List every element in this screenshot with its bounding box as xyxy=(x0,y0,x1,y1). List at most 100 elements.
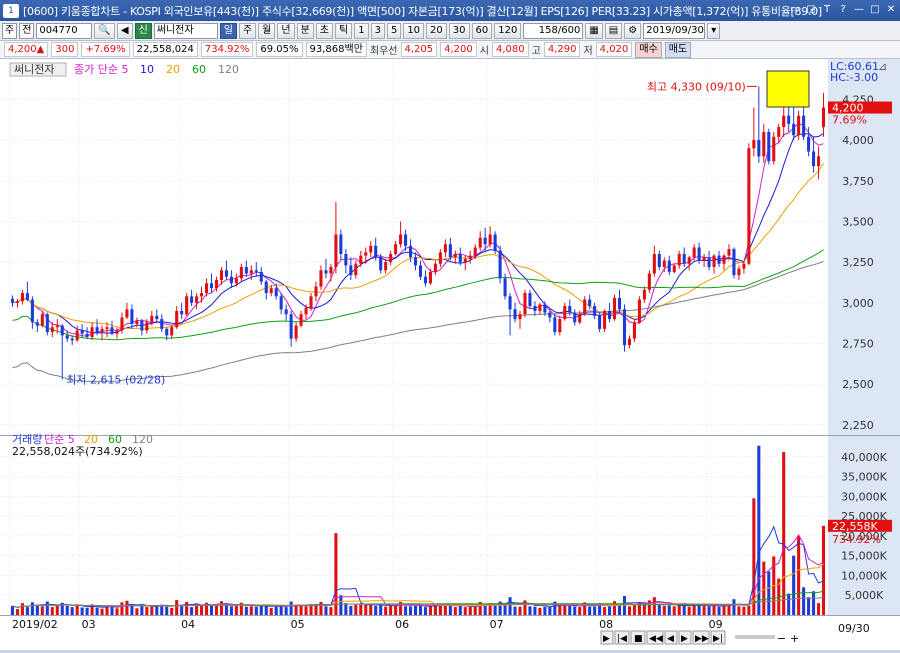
data-count[interactable]: 158/600 xyxy=(523,22,584,39)
candle-body xyxy=(573,312,577,323)
low-annotation: 최저 2,615 (02/28) xyxy=(66,373,165,386)
layout-icon[interactable]: ◲ xyxy=(804,2,818,17)
grid-icon[interactable]: ▤ xyxy=(604,22,623,39)
open-label: 시 xyxy=(479,46,489,57)
period-button-day[interactable]: 일 xyxy=(219,22,237,39)
candle-body xyxy=(244,267,248,274)
interval-button-30[interactable]: 30 xyxy=(448,22,470,39)
volume-bar xyxy=(120,602,124,615)
period-button-minute[interactable]: 분 xyxy=(296,22,314,39)
candle-body xyxy=(219,270,224,281)
period-button-tick[interactable]: 틱 xyxy=(334,22,353,39)
candle-body xyxy=(404,234,408,246)
chart-area[interactable]: 4,250 4,000 3,750 3,500 3,250 3,000 2,750 2,500… xyxy=(0,59,900,650)
volume-bar xyxy=(389,605,393,615)
stock-code-input[interactable]: 004770 xyxy=(36,22,93,39)
buy-button[interactable]: 매수 xyxy=(635,41,662,58)
interval-button-20[interactable]: 20 xyxy=(426,22,447,39)
volume-bar xyxy=(329,607,333,615)
help-icon[interactable]: ? xyxy=(836,2,850,17)
period-button-year[interactable]: 년 xyxy=(277,22,295,39)
candle-body xyxy=(568,306,572,313)
volume-bar xyxy=(15,609,20,615)
volume-bar xyxy=(533,606,537,615)
candle-body xyxy=(642,289,646,300)
candle-body xyxy=(478,237,482,248)
price-change: 300 xyxy=(51,42,79,57)
volume-bar xyxy=(558,605,562,615)
stop-icon: ■ xyxy=(634,634,643,644)
volume-bar xyxy=(742,606,746,615)
chart-window: 1 [0600] 키움종합차트 - KOSPI 외국인보유[443(천)] 주식… xyxy=(0,0,900,650)
search-icon[interactable]: 🔍 xyxy=(94,22,115,39)
volume-bar xyxy=(65,605,69,615)
volume-bar xyxy=(812,591,816,615)
volume-bar xyxy=(453,607,457,615)
maximize-icon[interactable]: □ xyxy=(868,2,882,17)
period-button-month[interactable]: 월 xyxy=(258,22,276,39)
volume-bar xyxy=(229,606,233,615)
interval-button-3[interactable]: 3 xyxy=(370,22,385,39)
volume-bar xyxy=(632,605,636,615)
volume-bar xyxy=(687,606,691,615)
period-button-second[interactable]: 초 xyxy=(315,22,333,39)
volume-bar xyxy=(657,605,661,615)
zoom-slider[interactable] xyxy=(735,635,775,639)
volume-bar xyxy=(722,605,726,615)
calendar-icon[interactable]: ▾ xyxy=(707,22,721,39)
candle-body xyxy=(394,244,398,254)
market-select[interactable]: 주 xyxy=(2,22,18,39)
candle-body xyxy=(558,319,562,333)
xaxis-tick-label: 2019/02 xyxy=(12,618,58,631)
volume-bar xyxy=(413,605,418,615)
interval-button-1[interactable]: 1 xyxy=(354,22,369,39)
price-tick-label: 3,250 xyxy=(842,256,874,269)
zoom-in-icon[interactable]: + xyxy=(790,632,799,645)
candle-body xyxy=(812,151,816,167)
candle-body xyxy=(807,136,811,152)
volume-bar xyxy=(538,607,542,615)
candle-body xyxy=(209,283,214,289)
interval-button-10[interactable]: 10 xyxy=(403,22,425,39)
table-icon[interactable]: ▦ xyxy=(585,22,603,39)
interval-button-120[interactable]: 120 xyxy=(494,22,522,39)
pin-icon[interactable]: ⊿ xyxy=(878,60,887,73)
tile-icon[interactable]: ▭ xyxy=(788,2,802,17)
candle-body xyxy=(692,247,696,258)
candle-body xyxy=(130,309,134,324)
candle-body xyxy=(329,267,333,274)
candle-body xyxy=(319,270,323,287)
prev-stock-icon[interactable]: ◀ xyxy=(116,22,133,39)
gear-icon[interactable]: ⚙ xyxy=(624,22,642,39)
bottom-navigation: 09/30 ▶ |◀ ■ ◀◀ ◀ ▶ ▶▶ ▶| − + xyxy=(600,622,870,645)
period-button-week[interactable]: 주 xyxy=(238,22,257,39)
drawing-box[interactable] xyxy=(766,70,810,108)
xaxis-tick-label: 05 xyxy=(291,618,305,631)
zoom-out-icon[interactable]: − xyxy=(777,632,786,645)
interval-button-5[interactable]: 5 xyxy=(386,22,402,39)
volume-bar xyxy=(349,605,353,615)
chart-svg[interactable]: 4,2504,0003,7503,5003,2503,0002,7502,500… xyxy=(0,59,900,650)
candle-body xyxy=(707,257,711,268)
volume-ma-10-line xyxy=(12,534,824,609)
volume-bar xyxy=(518,606,522,615)
candle-body xyxy=(408,245,413,258)
close-icon[interactable]: ✕ xyxy=(884,2,898,17)
candle-body xyxy=(647,273,651,290)
candle-body xyxy=(120,317,124,331)
text-icon[interactable]: T xyxy=(820,2,834,17)
price-stock-label: 써니전자 xyxy=(14,63,54,76)
date-input[interactable]: 2019/09/30 xyxy=(643,22,706,39)
candle-body xyxy=(797,115,801,136)
interval-button-60[interactable]: 60 xyxy=(471,22,493,39)
annotations: 최고 4,330 (09/10) 최저 2,615 (02/28) xyxy=(61,80,757,386)
prev-icon: ◀ xyxy=(667,634,674,644)
low-label: 저 xyxy=(583,46,593,57)
period-type-select[interactable]: 전 xyxy=(19,22,35,39)
candle-body xyxy=(578,314,582,323)
sell-button[interactable]: 매도 xyxy=(664,41,692,58)
candle-body xyxy=(652,254,656,274)
minimize-icon[interactable]: — xyxy=(852,2,866,17)
volume-bar xyxy=(428,605,432,615)
volume-bar xyxy=(588,606,592,615)
